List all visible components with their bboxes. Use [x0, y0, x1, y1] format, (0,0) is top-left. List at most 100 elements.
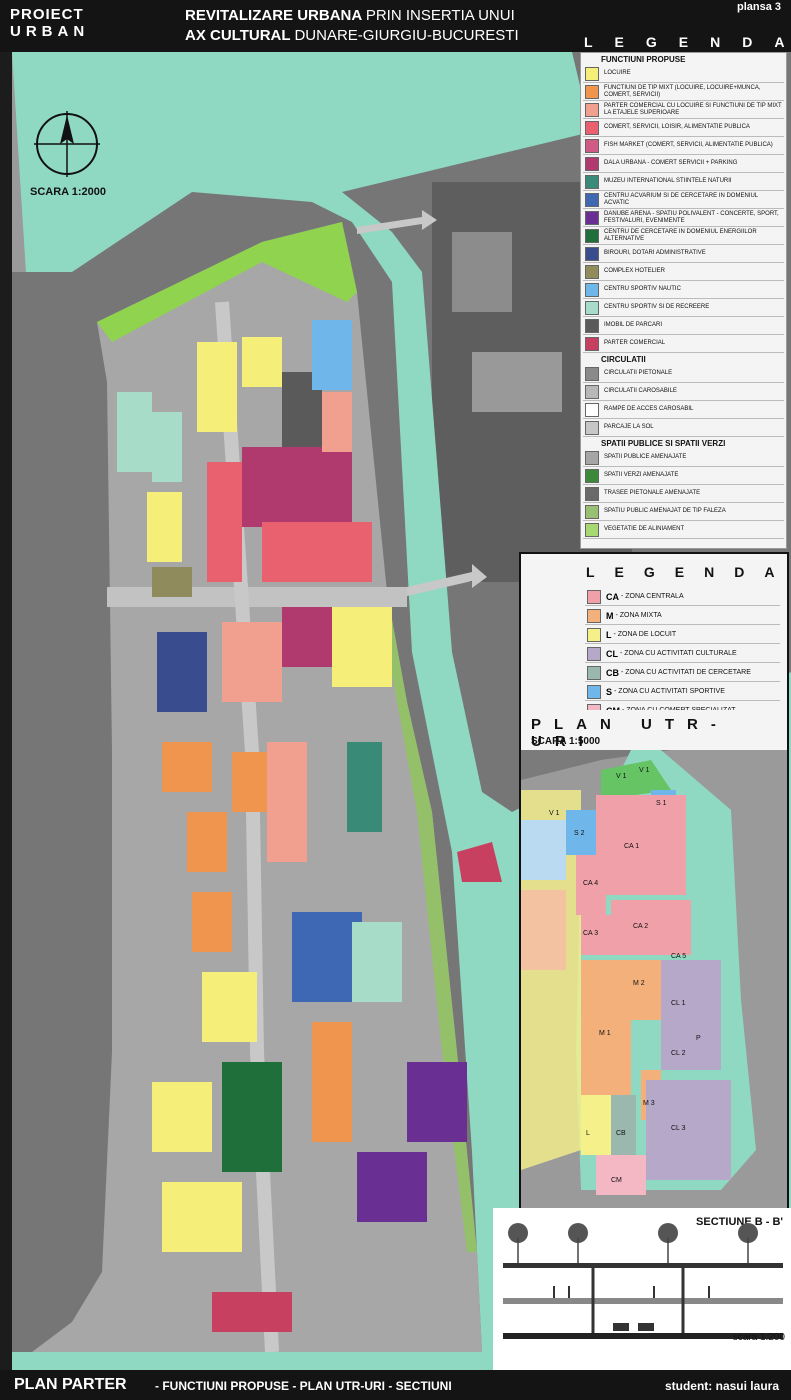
- utr-zone-label: CA 2: [633, 923, 648, 930]
- title-line1-rest: PRIN INSERTIA UNUI: [365, 7, 515, 24]
- title-line1-bold: REVITALIZARE URBANA: [185, 7, 362, 24]
- utr-legend-item: L- ZONA DE LOCUIT: [585, 626, 780, 644]
- legend-item-label: SPATII PUBLICE AMENAJATE: [604, 454, 687, 460]
- legend-swatch: [585, 504, 599, 519]
- legend-swatch: [585, 468, 599, 483]
- legend-item-label: DANUBE ARENA - SPATIU POLIVALENT - CONCE…: [604, 210, 779, 224]
- legend-swatch: [585, 522, 599, 537]
- utr-zone-label: CA 4: [583, 880, 598, 887]
- legend-item: CENTRU DE CERCETARE IN DOMENIUL ENERGIIL…: [583, 227, 784, 245]
- utr-legend-item: S- ZONA CU ACTIVITATI SPORTIVE: [585, 683, 780, 701]
- utr-legend-code: M: [606, 610, 614, 621]
- utr-legend-swatch: [587, 589, 601, 604]
- legend-item-label: COMERT, SERVICII, LOISIR, ALIMENTATIE PU…: [604, 124, 750, 130]
- legend-item-label: CENTRU DE CERCETARE IN DOMENIUL ENERGIIL…: [604, 228, 757, 242]
- legend-item: BIROURI, DOTARI ADMINISTRATIVE: [583, 245, 784, 263]
- legend-item-label: PARTER COMERCIAL CU LOCUIRE SI FUNCTIUNI…: [604, 102, 782, 116]
- utr-legend-code: CA: [606, 591, 619, 602]
- legend-item: IMOBIL DE PARCARI: [583, 317, 784, 335]
- utr-legend-code: CL: [606, 648, 618, 659]
- utr-zone-label: V 1: [639, 767, 650, 774]
- legend-swatch: [585, 384, 599, 399]
- legend-item: DANUBE ARENA - SPATIU POLIVALENT - CONCE…: [583, 209, 784, 227]
- utr-legend-label: - ZONA CU ACTIVITATI DE CERCETARE: [621, 669, 751, 676]
- legend-item-label: FISH MARKET (COMERT, SERVICII, ALIMENTAT…: [604, 142, 773, 148]
- legend-panel: FUNCTIUNI PROPUSE LOCUIRE FUNCTIUNI DE TIP…: [580, 52, 787, 549]
- utr-legend-title: LEGENDA: [586, 564, 791, 580]
- utr-zone-label: S 1: [656, 800, 667, 807]
- legend-swatch: [585, 192, 599, 207]
- project-line1: PROIECT: [10, 6, 84, 23]
- legend-item-label: FUNCTIUNI DE TIP MIXT (LOCUIRE, LOCUIRE+…: [604, 84, 761, 98]
- legend-item-label: VEGETATIE DE ALINIAMENT: [604, 526, 685, 532]
- legend-swatch: [585, 402, 599, 417]
- legend-item-label: CENTRU ACVARIUM SI DE CERCETARE IN DOMEN…: [604, 192, 758, 206]
- project-title: PROIECT URBAN: [10, 6, 89, 40]
- legend-item: CENTRU SPORTIV NAUTIC: [583, 281, 784, 299]
- utr-zone-label: V 1: [549, 810, 560, 817]
- legend-swatch: [585, 156, 599, 171]
- legend-item-label: CIRCULATII PIETONALE: [604, 370, 673, 376]
- utr-legend-item: CL - ZONA CU ACTIVITATI CULTURALE: [585, 645, 780, 663]
- utr-zone-label: M 1: [599, 1030, 611, 1037]
- legend-item: FISH MARKET (COMERT, SERVICII, ALIMENTAT…: [583, 137, 784, 155]
- legend-item-label: TRASEE PIETONALE AMENAJATE: [604, 490, 701, 496]
- footer-student: student: nasui laura: [664, 1379, 779, 1393]
- utr-zone-label: CL 2: [671, 1050, 686, 1057]
- sheet-number: plansa 3: [736, 1, 781, 13]
- section-drawing: [503, 1223, 783, 1339]
- legend-item: CENTRU SPORTIV SI DE RECREERE: [583, 299, 784, 317]
- legend-item: LOCUIRE: [583, 65, 784, 83]
- legend-swatch: [585, 228, 599, 243]
- legend-swatch: [585, 450, 599, 465]
- legend-item: TRASEE PIETONALE AMENAJATE: [583, 485, 784, 503]
- footer-subtitle: - FUNCTIUNI PROPUSE - PLAN UTR-URI - SEC…: [155, 1379, 452, 1393]
- legend-swatch: [585, 210, 599, 225]
- main-title: REVITALIZARE URBANA PRIN INSERTIA UNUI A…: [185, 6, 519, 46]
- utr-legend-swatch: [587, 608, 601, 623]
- legend-item-label: PARTER COMERCIAL: [604, 340, 666, 346]
- project-line2: URBAN: [10, 23, 90, 40]
- utr-legend-label: - ZONA DE LOCUIT: [613, 631, 677, 638]
- utr-legend-code: L: [606, 629, 612, 640]
- utr-zone-label: CA 3: [583, 930, 598, 937]
- legend-swatch: [585, 366, 599, 381]
- legend-swatch: [585, 420, 599, 435]
- legend-section-title: SPATII PUBLICE SI SPATII VERZI: [601, 439, 726, 448]
- legend-item: RAMPE DE ACCES CAROSABIL: [583, 401, 784, 419]
- legend-item-label: DALA URBANA - COMERT SERVICII + PARKING: [604, 160, 738, 166]
- legend-item-label: COMPLEX HOTELIER: [604, 268, 666, 274]
- legend-item-label: RAMPE DE ACCES CAROSABIL: [604, 406, 694, 412]
- utr-legend-swatch: [587, 646, 601, 661]
- legend-swatch: [585, 246, 599, 261]
- utr-zone-label: S 2: [574, 830, 585, 837]
- legend-item-label: BIROURI, DOTARI ADMINISTRATIVE: [604, 250, 706, 256]
- legend-item: PARCAJE LA SOL: [583, 419, 784, 437]
- utr-legend-item: M- ZONA MIXTA: [585, 607, 780, 625]
- utr-legend-swatch: [587, 665, 601, 680]
- utr-legend-label: - ZONA CU ACTIVITATI CULTURALE: [620, 650, 737, 657]
- title-bar: PROIECT URBAN REVITALIZARE URBANA PRIN I…: [0, 0, 791, 52]
- legend-item-label: SPATIU PUBLIC AMENAJAT DE TIP FALEZA: [604, 508, 726, 514]
- legend-swatch: [585, 486, 599, 501]
- section-scale: scara 1:200: [732, 1332, 785, 1343]
- legend-item: DALA URBANA - COMERT SERVICII + PARKING: [583, 155, 784, 173]
- utr-plan-scale: SCARA 1:5000: [531, 736, 601, 747]
- utr-zone-label: M 2: [633, 980, 645, 987]
- utr-legend-panel: LEGENDA CA - ZONA CENTRALA M - ZONA MIXTA L -…: [519, 552, 791, 720]
- footer-plan-title: PLAN PARTER: [14, 1376, 127, 1393]
- legend-swatch: [585, 336, 599, 351]
- legend-swatch: [585, 120, 599, 135]
- utr-legend-label: - ZONA CENTRALA: [621, 593, 684, 600]
- legend-item: SPATII VERZI AMENAJATE: [583, 467, 784, 485]
- footer-bar: PLAN PARTER - FUNCTIUNI PROPUSE - PLAN U…: [0, 1370, 791, 1400]
- utr-legend-swatch: [587, 627, 601, 642]
- legend-item: PARTER COMERCIAL CU LOCUIRE SI FUNCTIUNI…: [583, 101, 784, 119]
- legend-item: SPATIU PUBLIC AMENAJAT DE TIP FALEZA: [583, 503, 784, 521]
- legend-item: VEGETATIE DE ALINIAMENT: [583, 521, 784, 539]
- title-line2-bold: AX CULTURAL: [185, 27, 291, 44]
- utr-legend-code: S: [606, 686, 613, 697]
- legend-item: PARTER COMERCIAL: [583, 335, 784, 353]
- legend-item-label: CIRCULATII CAROSABILE: [604, 388, 677, 394]
- utr-zone-label: M 3: [643, 1100, 655, 1107]
